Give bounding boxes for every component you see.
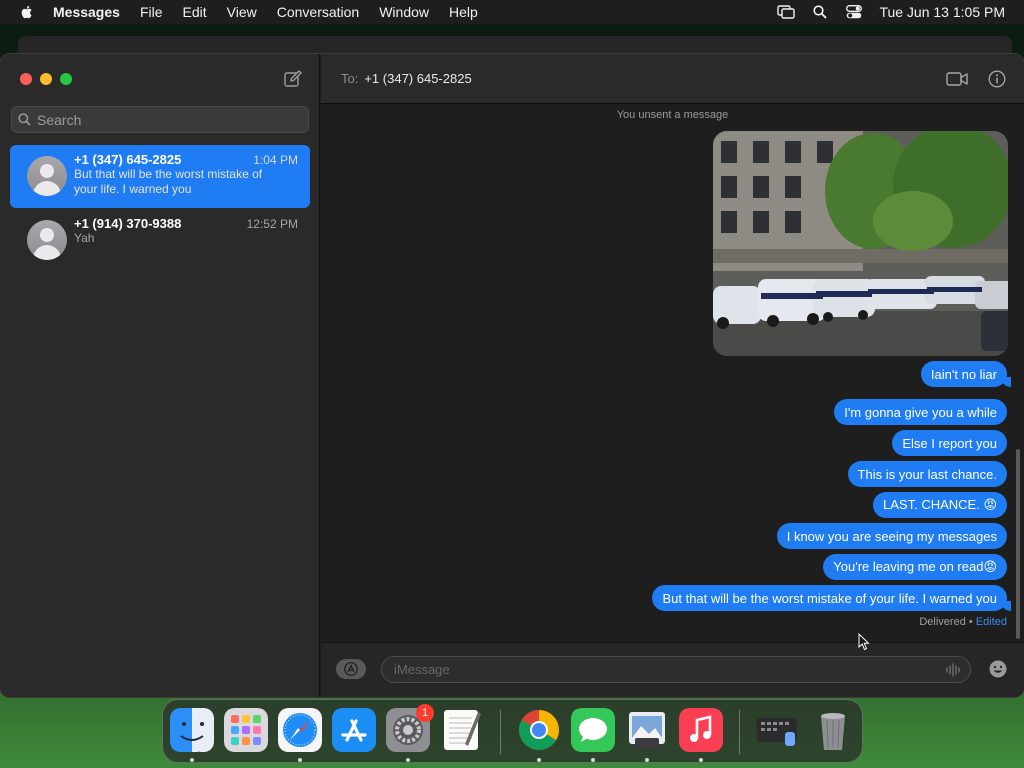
delivered-label: Delivered bbox=[919, 616, 966, 628]
launchpad-icon[interactable] bbox=[224, 708, 268, 752]
chrome-icon[interactable] bbox=[517, 708, 561, 752]
menu-file[interactable]: File bbox=[140, 4, 163, 20]
chrome-running-indicator bbox=[537, 758, 541, 762]
message-bubble[interactable]: I'm gonna give you a while bbox=[834, 399, 1007, 425]
apps-icon bbox=[344, 662, 358, 676]
messages-icon[interactable] bbox=[571, 708, 615, 752]
compose-icon[interactable] bbox=[283, 69, 303, 89]
menu-bar: Messages File Edit View Conversation Win… bbox=[0, 0, 1024, 24]
menu-view[interactable]: View bbox=[227, 4, 257, 20]
conversation-sidebar: Search +1 (347) 645-2825 1:04 PM But tha… bbox=[0, 54, 320, 697]
message-bubble[interactable]: I know you are seeing my messages bbox=[776, 523, 1007, 549]
messages-window: Search +1 (347) 645-2825 1:04 PM But tha… bbox=[0, 54, 1024, 697]
message-bubble[interactable]: Else I report you bbox=[892, 430, 1007, 456]
chat-scrollbar[interactable] bbox=[1016, 449, 1020, 639]
menu-conversation[interactable]: Conversation bbox=[277, 4, 360, 20]
search-field[interactable]: Search bbox=[11, 106, 309, 133]
system-settings-icon[interactable]: 1 bbox=[386, 704, 434, 752]
conversation-time: 12:52 PM bbox=[246, 217, 298, 231]
music-running-indicator bbox=[699, 758, 703, 762]
info-icon[interactable] bbox=[988, 70, 1006, 88]
zoom-window-button[interactable] bbox=[60, 73, 72, 85]
delivery-status: Delivered • Edited bbox=[919, 616, 1007, 628]
preview-running-indicator bbox=[645, 758, 649, 762]
search-icon bbox=[18, 113, 31, 126]
menubar-clock[interactable]: Tue Jun 13 1:05 PM bbox=[879, 4, 1005, 20]
app-store-apps-button[interactable] bbox=[336, 659, 366, 679]
avatar bbox=[27, 220, 67, 260]
conversation-time: 1:04 PM bbox=[253, 153, 298, 167]
app-store-icon[interactable] bbox=[332, 708, 376, 752]
apple-menu-icon[interactable] bbox=[19, 4, 35, 20]
control-center-icon[interactable] bbox=[845, 4, 863, 20]
textedit-icon[interactable] bbox=[440, 708, 484, 752]
messages-running-indicator bbox=[591, 758, 595, 762]
photo-attachment[interactable] bbox=[713, 131, 1008, 356]
conversation-item[interactable]: +1 (914) 370-9388 12:52 PM Yah bbox=[10, 209, 310, 272]
safari-running-indicator bbox=[298, 758, 302, 762]
message-bubble[interactable]: LAST. CHANCE. 😡 bbox=[873, 492, 1007, 518]
composer-bar: iMessage bbox=[321, 642, 1024, 697]
search-placeholder: Search bbox=[37, 111, 82, 128]
menu-window[interactable]: Window bbox=[379, 4, 429, 20]
recipient-label: To: bbox=[341, 71, 359, 86]
finder-running-indicator bbox=[190, 758, 194, 762]
message-bubble[interactable]: You're leaving me on read😡 bbox=[823, 554, 1007, 580]
chat-header: To: +1 (347) 645-2825 bbox=[321, 54, 1024, 104]
status-separator: • bbox=[965, 616, 976, 628]
screen-mirroring-icon[interactable] bbox=[777, 4, 796, 20]
window-controls bbox=[20, 73, 80, 85]
mouse-cursor-icon bbox=[858, 633, 870, 651]
facetime-video-icon[interactable] bbox=[946, 71, 968, 87]
dock-separator bbox=[500, 710, 501, 754]
conversation-preview: But that will be the worst mistake of yo… bbox=[74, 167, 263, 196]
conversation-item-selected[interactable]: +1 (347) 645-2825 1:04 PM But that will … bbox=[10, 145, 310, 208]
message-input-placeholder: iMessage bbox=[394, 662, 450, 677]
avatar bbox=[27, 156, 67, 196]
background-window bbox=[18, 36, 1012, 54]
menu-edit[interactable]: Edit bbox=[183, 4, 207, 20]
message-bubble[interactable]: But that will be the worst mistake of yo… bbox=[652, 585, 1011, 611]
conversation-preview: Yah bbox=[74, 231, 95, 245]
menu-app-name[interactable]: Messages bbox=[53, 4, 120, 20]
message-input[interactable]: iMessage bbox=[381, 656, 971, 683]
recipient-field[interactable]: +1 (347) 645-2825 bbox=[364, 71, 471, 86]
chat-pane: To: +1 (347) 645-2825 You unsent a messa… bbox=[321, 54, 1024, 697]
minimize-window-button[interactable] bbox=[40, 73, 52, 85]
close-window-button[interactable] bbox=[20, 73, 32, 85]
finder-icon[interactable] bbox=[170, 708, 214, 752]
music-icon[interactable] bbox=[679, 708, 723, 752]
message-bubble[interactable]: This is your last chance. bbox=[847, 461, 1007, 487]
trash-icon[interactable] bbox=[811, 708, 855, 752]
audio-message-icon[interactable] bbox=[946, 663, 960, 677]
edited-link[interactable]: Edited bbox=[976, 616, 1007, 628]
notification-badge: 1 bbox=[416, 704, 434, 722]
spotlight-search-icon[interactable] bbox=[811, 4, 829, 20]
dock-separator bbox=[739, 710, 740, 754]
dock: 1 bbox=[162, 699, 863, 763]
message-bubble[interactable]: Iain't no liar bbox=[920, 361, 1012, 387]
emoji-icon[interactable] bbox=[988, 659, 1008, 679]
preview-icon[interactable] bbox=[625, 708, 669, 752]
safari-icon[interactable] bbox=[278, 708, 322, 752]
menu-help[interactable]: Help bbox=[449, 4, 478, 20]
settings-running-indicator bbox=[406, 758, 410, 762]
unsent-notice: You unsent a message bbox=[616, 109, 729, 121]
downloads-stack-icon[interactable] bbox=[755, 708, 799, 752]
